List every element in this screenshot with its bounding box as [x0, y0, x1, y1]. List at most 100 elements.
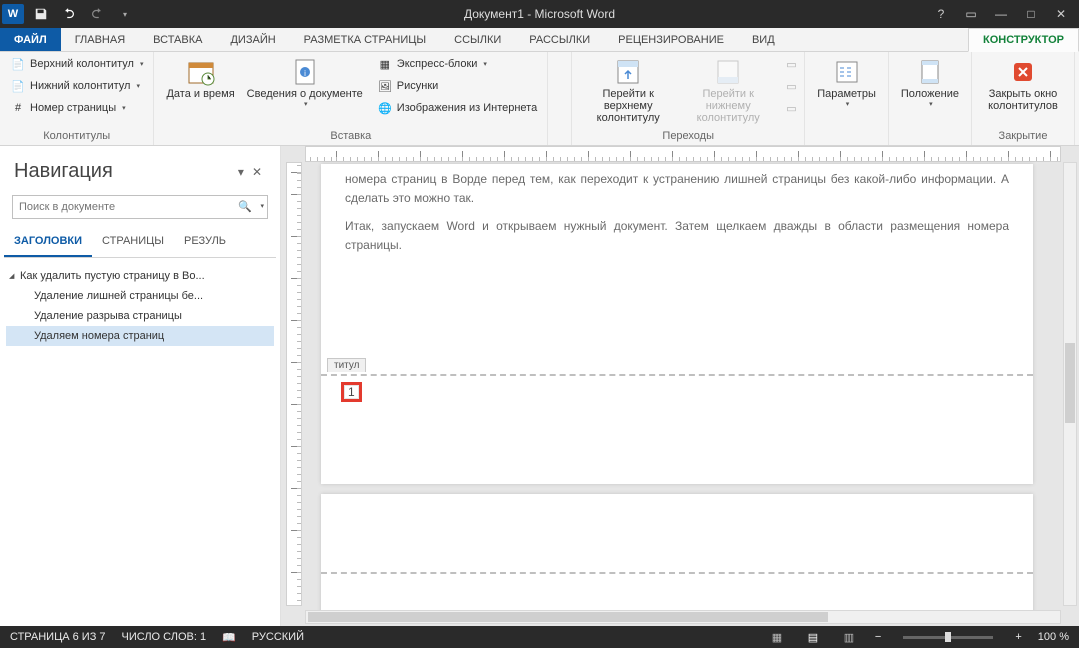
- online-label: Изображения из Интернета: [397, 102, 537, 114]
- save-icon[interactable]: [30, 4, 52, 24]
- pictures-label: Рисунки: [397, 80, 439, 92]
- doc-info-button[interactable]: iСведения о документе▾: [241, 54, 369, 110]
- ribbon-tabs: ФАЙЛ ГЛАВНАЯ ВСТАВКА ДИЗАЙН РАЗМЕТКА СТР…: [0, 28, 1079, 52]
- view-read-icon[interactable]: ▦: [767, 631, 787, 644]
- tab-references[interactable]: ССЫЛКИ: [440, 28, 515, 51]
- group-label-close: Закрытие: [978, 129, 1068, 145]
- tab-page-layout[interactable]: РАЗМЕТКА СТРАНИЦЫ: [290, 28, 440, 51]
- status-words[interactable]: ЧИСЛО СЛОВ: 1: [122, 631, 207, 643]
- nav-opt-2: ▭: [782, 76, 798, 96]
- footer-button[interactable]: 📄Нижний колонтитул▾: [6, 76, 147, 96]
- zoom-out-icon[interactable]: −: [875, 631, 881, 643]
- goto-header-icon: [612, 56, 644, 88]
- search-dropdown-icon[interactable]: ▾: [260, 202, 264, 210]
- ribbon-group-nav-blank: [548, 52, 572, 145]
- vertical-scrollbar[interactable]: [1063, 162, 1077, 606]
- footer-tag: титул: [327, 358, 366, 372]
- close-icon[interactable]: ✕: [1047, 4, 1075, 24]
- paragraph-1: номера страниц в Ворде перед тем, как пе…: [345, 170, 1009, 207]
- tab-insert[interactable]: ВСТАВКА: [139, 28, 216, 51]
- nav-search: 🔍 ▾: [12, 195, 268, 219]
- tab-designer[interactable]: КОНСТРУКТОР: [968, 28, 1079, 52]
- nav-tree: Как удалить пустую страницу в Во... Удал…: [0, 258, 280, 354]
- zoom-in-icon[interactable]: +: [1015, 631, 1021, 643]
- header-icon: 📄: [10, 56, 26, 72]
- ribbon-group-headers: 📄Верхний колонтитул▾ 📄Нижний колонтитул▾…: [0, 52, 154, 145]
- zoom-slider[interactable]: [903, 636, 993, 639]
- nav-close-icon[interactable]: ✕: [248, 163, 266, 181]
- close-hf-icon: [1007, 56, 1039, 88]
- tab-file[interactable]: ФАЙЛ: [0, 28, 61, 51]
- goto-footer-button: Перейти к нижнему колонтитулу: [678, 54, 778, 126]
- options-button[interactable]: Параметры▾: [811, 54, 882, 110]
- ribbon-options-icon[interactable]: ▭: [957, 4, 985, 24]
- header-zone[interactable]: [321, 494, 1033, 574]
- view-print-icon[interactable]: ▤: [803, 631, 823, 644]
- scrollbar-thumb-v[interactable]: [1065, 343, 1075, 423]
- footer-zone[interactable]: титул 1: [321, 374, 1033, 484]
- page-number-button[interactable]: #Номер страницы▾: [6, 98, 147, 118]
- position-button[interactable]: Положение▾: [895, 54, 965, 110]
- group-label-headers: Колонтитулы: [6, 129, 147, 145]
- goto-header-button[interactable]: Перейти к верхнему колонтитулу: [578, 54, 678, 126]
- horizontal-ruler[interactable]: [305, 146, 1061, 162]
- close-header-footer-button[interactable]: Закрыть окно колонтитулов: [978, 54, 1068, 114]
- page-number-field[interactable]: 1: [341, 382, 362, 402]
- undo-icon[interactable]: [58, 4, 80, 24]
- horizontal-scrollbar[interactable]: [305, 610, 1061, 624]
- footer-label: Нижний колонтитул: [30, 80, 130, 92]
- goto-header-label: Перейти к верхнему колонтитулу: [584, 88, 672, 124]
- nav-tab-pages[interactable]: СТРАНИЦЫ: [92, 227, 174, 257]
- pagenum-icon: #: [10, 100, 26, 116]
- search-icon[interactable]: 🔍: [238, 200, 252, 213]
- status-bar: СТРАНИЦА 6 ИЗ 7 ЧИСЛО СЛОВ: 1 📖 РУССКИЙ …: [0, 626, 1079, 648]
- online-pictures-button[interactable]: 🌐Изображения из Интернета: [373, 98, 541, 118]
- document-body: номера страниц в Ворде перед тем, как пе…: [321, 164, 1033, 254]
- navigation-pane: Навигация ▾ ✕ 🔍 ▾ ЗАГОЛОВКИ СТРАНИЦЫ РЕЗ…: [0, 146, 281, 626]
- minimize-icon[interactable]: —: [987, 4, 1015, 24]
- close-hf-label: Закрыть окно колонтитулов: [984, 88, 1062, 112]
- status-language[interactable]: РУССКИЙ: [252, 631, 304, 643]
- search-input[interactable]: [12, 195, 268, 219]
- nav-opt-1: ▭: [782, 54, 798, 74]
- zoom-level[interactable]: 100 %: [1038, 631, 1069, 643]
- nav-item-2[interactable]: Удаление разрыва страницы: [6, 306, 274, 326]
- nav-tab-results[interactable]: РЕЗУЛЬ: [174, 227, 236, 257]
- tab-design[interactable]: ДИЗАЙН: [216, 28, 289, 51]
- document-area: номера страниц в Ворде перед тем, как пе…: [281, 146, 1079, 626]
- svg-text:i: i: [304, 69, 306, 78]
- tab-home[interactable]: ГЛАВНАЯ: [61, 28, 139, 51]
- tab-view[interactable]: ВИД: [738, 28, 789, 51]
- scrollbar-thumb-h[interactable]: [308, 612, 828, 622]
- status-page[interactable]: СТРАНИЦА 6 ИЗ 7: [10, 631, 106, 643]
- pictures-button[interactable]: 🖼Рисунки: [373, 76, 541, 96]
- nav-item-1[interactable]: Удаление лишней страницы бе...: [6, 286, 274, 306]
- ribbon-group-position: Положение▾: [889, 52, 972, 145]
- tab-review[interactable]: РЕЦЕНЗИРОВАНИЕ: [604, 28, 738, 51]
- calendar-icon: [185, 56, 217, 88]
- qat-dropdown-icon[interactable]: ▾: [114, 4, 136, 24]
- proofing-icon[interactable]: 📖: [222, 631, 236, 644]
- date-time-button[interactable]: Дата и время: [160, 54, 240, 102]
- options-label: Параметры: [817, 88, 876, 100]
- header-button[interactable]: 📄Верхний колонтитул▾: [6, 54, 147, 74]
- zoom-knob[interactable]: [945, 632, 951, 642]
- help-icon[interactable]: ?: [927, 4, 955, 24]
- pagenum-label: Номер страницы: [30, 102, 116, 114]
- page-2[interactable]: [321, 494, 1033, 614]
- tab-mailings[interactable]: РАССЫЛКИ: [515, 28, 604, 51]
- page-1[interactable]: номера страниц в Ворде перед тем, как пе…: [321, 164, 1033, 484]
- nav-tab-headings[interactable]: ЗАГОЛОВКИ: [4, 227, 92, 257]
- footer-icon: 📄: [10, 78, 26, 94]
- maximize-icon[interactable]: □: [1017, 4, 1045, 24]
- redo-icon[interactable]: [86, 4, 108, 24]
- quick-label: Экспресс-блоки: [397, 58, 478, 70]
- quick-parts-button[interactable]: ▦Экспресс-блоки▾: [373, 54, 541, 74]
- view-web-icon[interactable]: ▥: [839, 631, 859, 644]
- nav-item-root[interactable]: Как удалить пустую страницу в Во...: [6, 266, 274, 286]
- nav-dropdown-icon[interactable]: ▾: [234, 163, 248, 181]
- group-label-insert: Вставка: [160, 129, 541, 145]
- ribbon-group-insert: Дата и время iСведения о документе▾ ▦Экс…: [154, 52, 548, 145]
- vertical-ruler[interactable]: [286, 162, 302, 606]
- nav-item-3[interactable]: Удаляем номера страниц: [6, 326, 274, 346]
